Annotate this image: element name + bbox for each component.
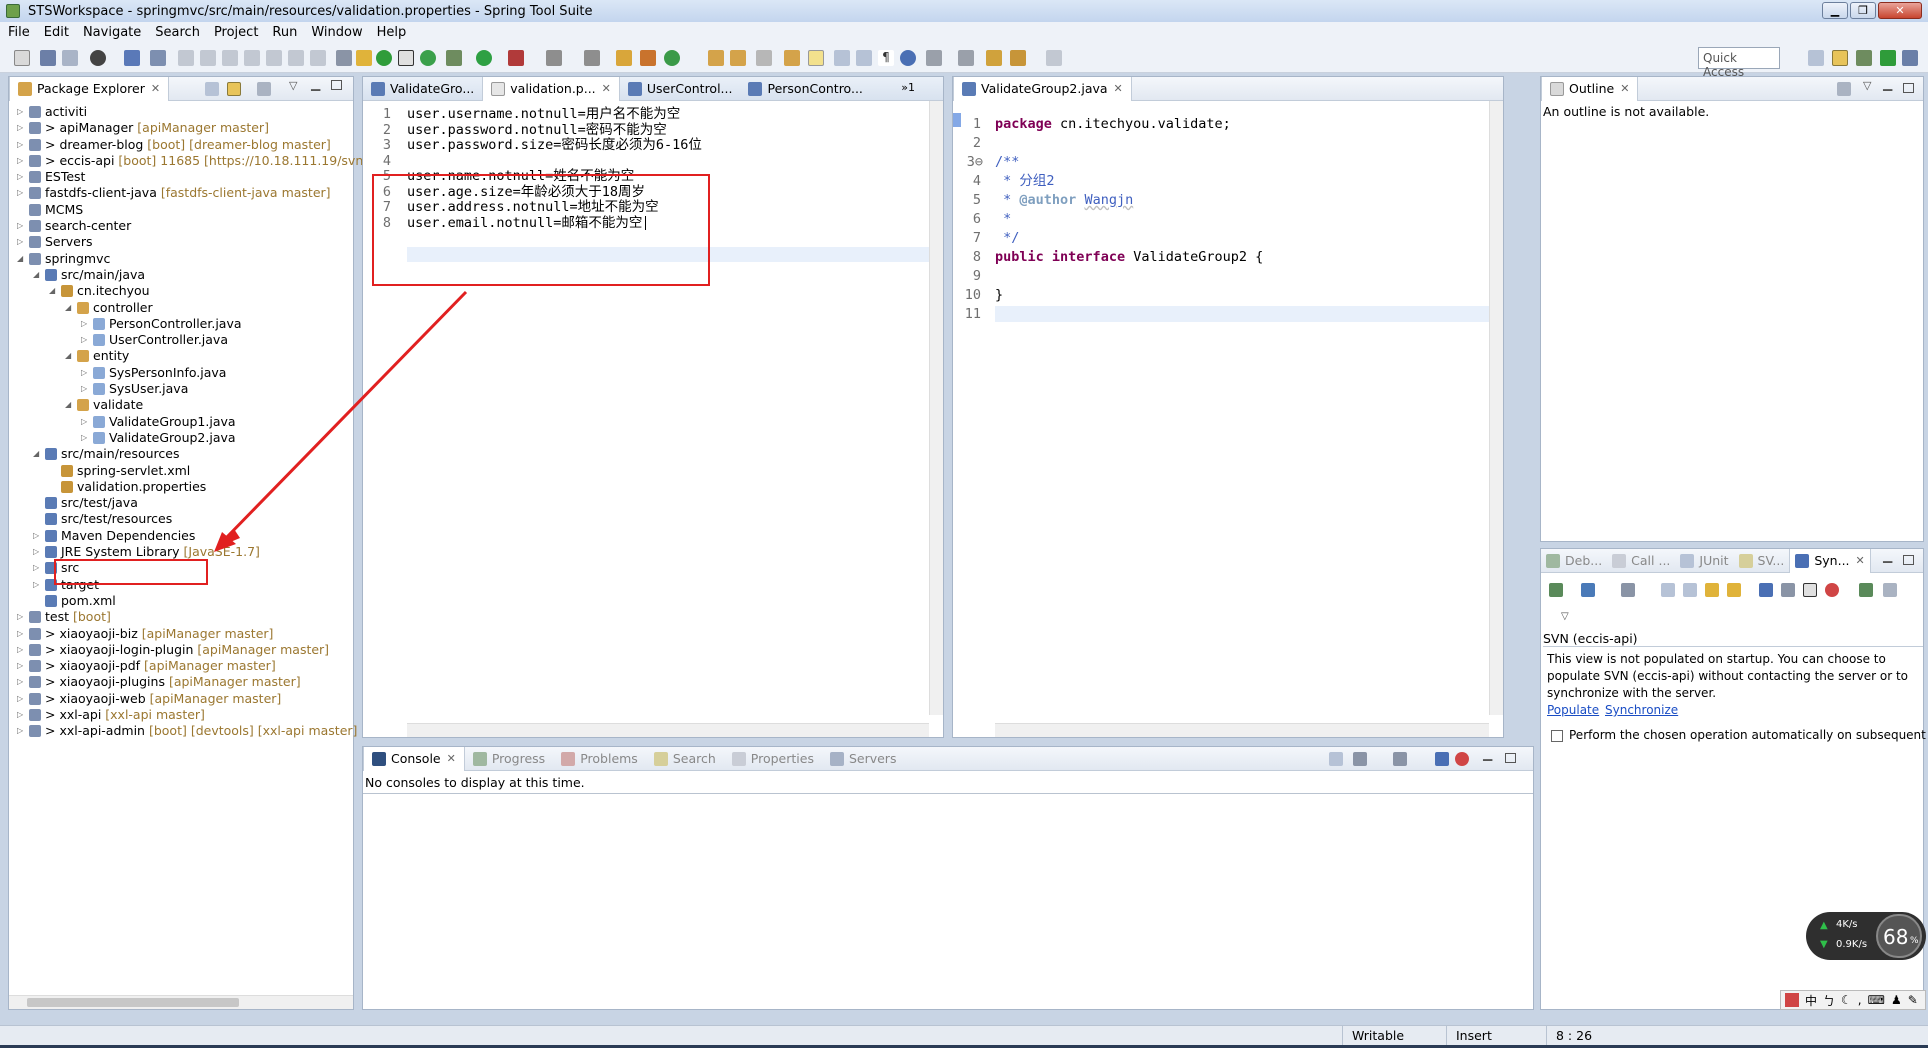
ime-settings-icon: ✎ <box>1907 993 1918 1007</box>
upload-speed: 4K/s <box>1836 919 1858 930</box>
status-bar: Writable Insert 8 : 26 <box>0 1025 1928 1045</box>
status-insert-mode: Insert <box>1456 1028 1492 1043</box>
download-arrow-icon: ▼ <box>1820 939 1828 950</box>
ime-toolbar[interactable]: 中 ㄅ ☾ , ⌨ ♟ ✎ <box>1780 990 1926 1010</box>
ime-chinese-icon: 中 <box>1805 993 1818 1008</box>
ime-logo-icon <box>1785 993 1799 1007</box>
annotation-arrow <box>214 290 468 552</box>
cpu-unit: % <box>1910 936 1919 946</box>
network-speed-widget[interactable]: ▲ 4K/s ▼ 0.9K/s 68 % <box>1806 912 1926 960</box>
ime-user-icon: ♟ <box>1890 993 1902 1007</box>
upload-arrow-icon: ▲ <box>1820 920 1828 931</box>
status-cursor-position: 8 : 26 <box>1556 1028 1593 1043</box>
cpu-percent: 68 <box>1883 925 1909 949</box>
download-speed: 0.9K/s <box>1836 939 1868 950</box>
ime-punctuation-icon: ㄅ <box>1823 993 1836 1008</box>
ime-moon-icon: ☾ <box>1841 993 1852 1007</box>
ime-comma-icon: , <box>1857 993 1862 1007</box>
status-writable: Writable <box>1352 1028 1405 1043</box>
ime-keyboard-icon: ⌨ <box>1867 993 1885 1007</box>
cpu-gauge: 68 % <box>1876 914 1922 958</box>
